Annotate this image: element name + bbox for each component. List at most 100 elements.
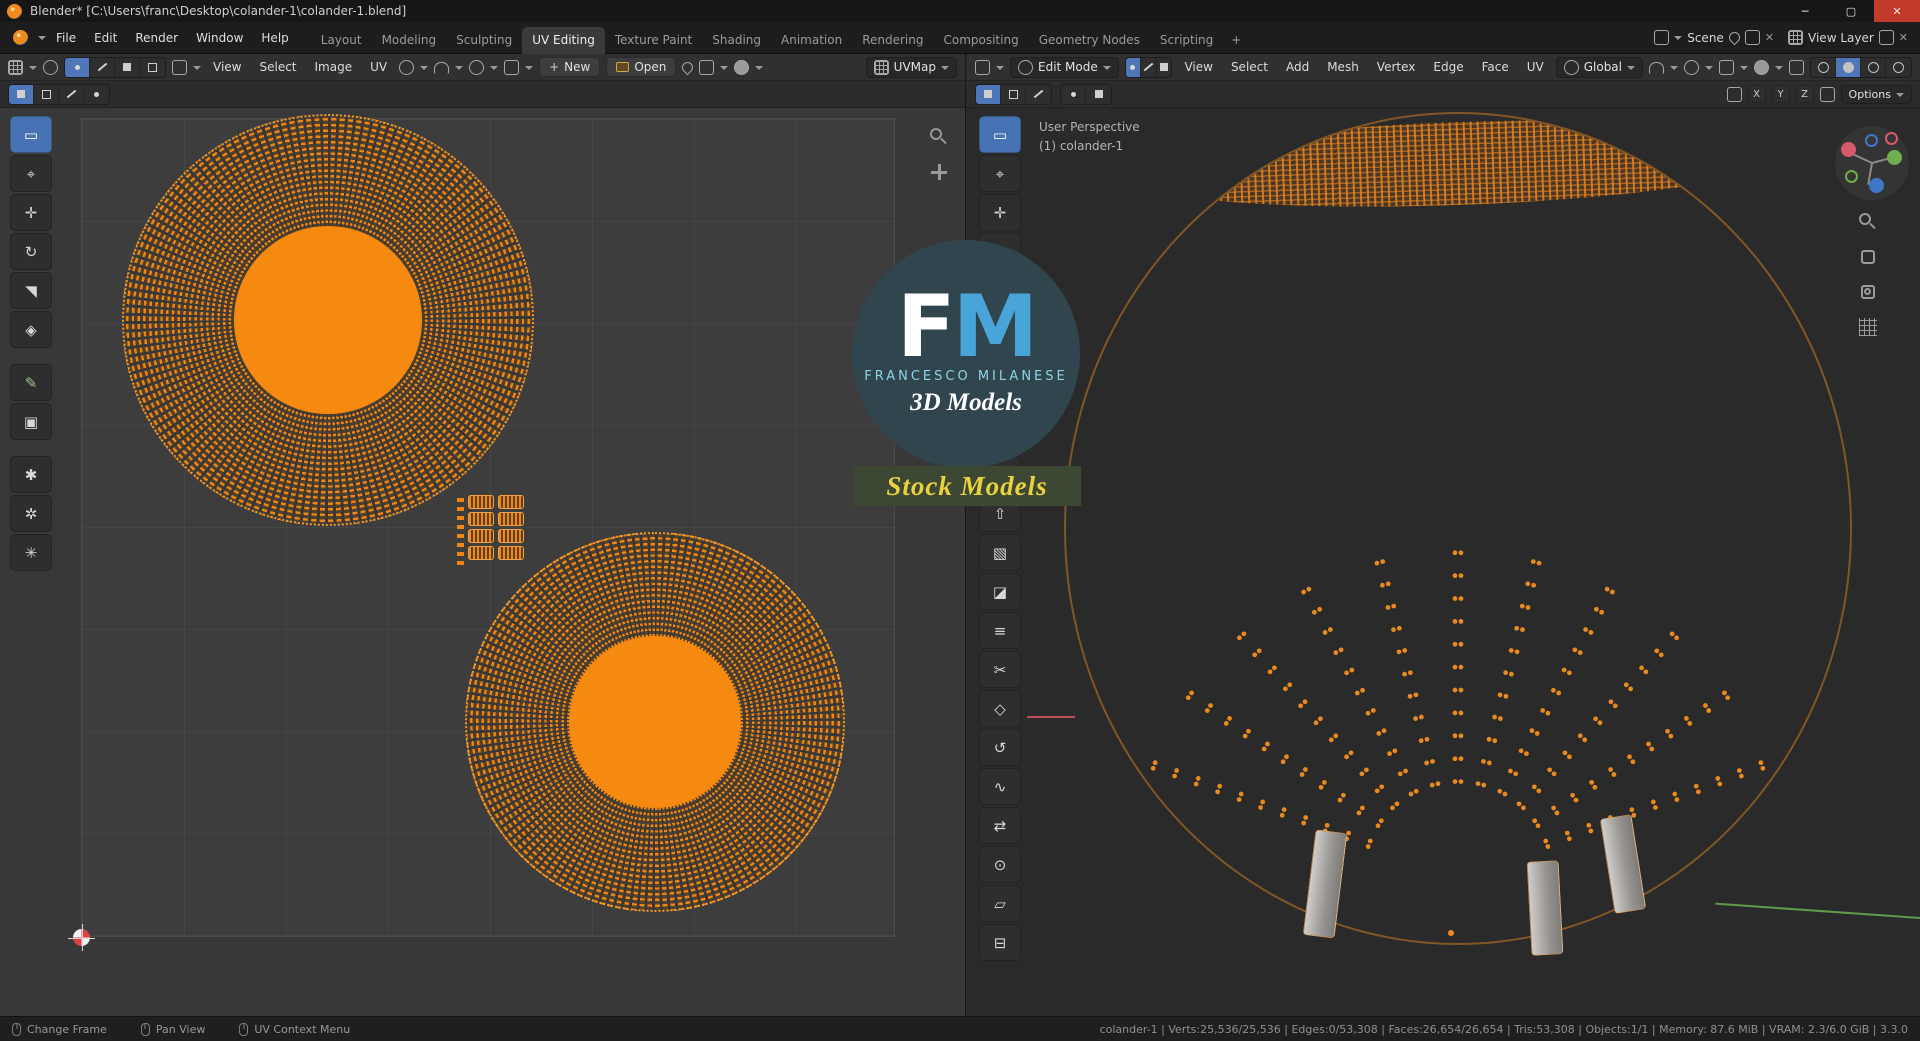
shading-rendered-button[interactable] <box>1886 57 1911 77</box>
v3d-option-b-button[interactable] <box>1086 84 1111 104</box>
uv-select-subtract-button[interactable] <box>59 84 84 104</box>
tool-scale[interactable]: ◥ <box>10 272 52 309</box>
tool-transform[interactable]: ◈ <box>10 311 52 348</box>
v3d-menu-view[interactable]: View <box>1178 57 1218 77</box>
tool-cursor[interactable]: ⌖ <box>10 155 52 192</box>
uv-chip[interactable] <box>468 495 494 509</box>
uv-overlays-toggle-icon[interactable] <box>734 59 750 75</box>
tab-scripting[interactable]: Scripting <box>1150 27 1223 54</box>
v3d-menu-select[interactable]: Select <box>1225 57 1274 77</box>
mirror-z-button[interactable]: Z <box>1795 85 1814 103</box>
gizmo-x-axis-ball[interactable] <box>1841 142 1856 157</box>
uv-chip[interactable] <box>468 512 494 526</box>
tool-edge-slide[interactable]: ⇄ <box>979 807 1021 844</box>
gizmo-y-neg-ball[interactable] <box>1845 170 1858 183</box>
navigation-gizmo[interactable] <box>1835 126 1909 200</box>
scene-selector[interactable]: Scene ✕ <box>1654 29 1774 46</box>
tab-rendering[interactable]: Rendering <box>852 27 933 54</box>
tool-poly-build[interactable]: ◇ <box>979 690 1021 727</box>
uv-chip[interactable] <box>468 529 494 543</box>
tab-texture-paint[interactable]: Texture Paint <box>605 27 702 54</box>
tool-shrink-fatten[interactable]: ⊙ <box>979 846 1021 883</box>
uv-select-vertex-button[interactable] <box>65 57 90 77</box>
mirror-icon[interactable] <box>1726 86 1742 102</box>
maximize-button[interactable]: ▢ <box>1828 0 1874 22</box>
show-gizmo-icon[interactable] <box>1719 59 1734 75</box>
view-layer-copy-icon[interactable] <box>1878 30 1894 45</box>
xray-toggle-icon[interactable] <box>1789 59 1804 75</box>
menu-window[interactable]: Window <box>188 27 251 49</box>
uv-select-invert-button[interactable] <box>84 84 109 104</box>
gizmo-z-neg-ball[interactable] <box>1865 134 1878 147</box>
colander-mesh[interactable] <box>1064 112 1852 945</box>
edge-mode-button[interactable] <box>1141 57 1157 77</box>
scene-browse-icon[interactable] <box>1654 30 1670 45</box>
menu-file[interactable]: File <box>48 27 84 49</box>
tool-rip-region[interactable]: ⊟ <box>979 924 1021 961</box>
scene-name[interactable]: Scene <box>1687 31 1724 45</box>
close-button[interactable]: ✕ <box>1874 0 1920 22</box>
scene-pin-icon[interactable] <box>1726 29 1743 46</box>
tool-spin[interactable]: ↺ <box>979 729 1021 766</box>
tool-cursor[interactable]: ⌖ <box>979 155 1021 192</box>
uv-chip[interactable] <box>498 529 524 543</box>
tab-uv-editing[interactable]: UV Editing <box>522 26 605 54</box>
shading-wireframe-button[interactable] <box>1811 57 1836 77</box>
mode-dropdown[interactable]: Edit Mode <box>1010 56 1119 78</box>
zoom-icon[interactable] <box>930 128 946 144</box>
tool-pinch[interactable]: ✳ <box>10 534 52 571</box>
scene-unlink-icon[interactable]: ✕ <box>1765 31 1774 44</box>
tool-relax[interactable]: ✲ <box>10 495 52 532</box>
proportional-edit-icon[interactable] <box>1684 59 1699 75</box>
orientation-dropdown[interactable]: Global <box>1555 56 1643 78</box>
tab-geometry-nodes[interactable]: Geometry Nodes <box>1029 27 1150 54</box>
uv-select-edge-button[interactable] <box>90 57 115 77</box>
tool-bevel[interactable]: ◪ <box>979 573 1021 610</box>
uv-chip[interactable] <box>498 495 524 509</box>
v3d-option-a-button[interactable] <box>1061 84 1086 104</box>
tool-loop-cut[interactable]: ≡ <box>979 612 1021 649</box>
v3d-select-extend-button[interactable] <box>1001 84 1026 104</box>
vertex-mode-button[interactable] <box>1125 57 1142 77</box>
gizmo-z-axis-ball[interactable] <box>1869 178 1884 193</box>
tab-compositing[interactable]: Compositing <box>933 27 1028 54</box>
snap-icon[interactable] <box>1649 62 1664 74</box>
snap-options-icon[interactable] <box>1819 86 1835 102</box>
tool-measure[interactable]: ▣ <box>10 403 52 440</box>
open-image-button[interactable]: Open <box>606 57 677 77</box>
mirror-y-button[interactable]: Y <box>1771 85 1790 103</box>
gizmo-y-axis-ball[interactable] <box>1887 150 1902 165</box>
uv-select-face-button[interactable] <box>115 57 140 77</box>
v3d-menu-mesh[interactable]: Mesh <box>1321 57 1365 77</box>
uv-pivot-icon[interactable] <box>399 59 415 75</box>
tab-shading[interactable]: Shading <box>702 27 771 54</box>
v3d-select-subtract-button[interactable] <box>1026 84 1051 104</box>
view-layer-icon[interactable] <box>1788 30 1804 45</box>
uv-chip[interactable] <box>468 546 494 560</box>
v3d-menu-vertex[interactable]: Vertex <box>1371 57 1422 77</box>
uv-island-top[interactable] <box>122 114 534 526</box>
tool-shear[interactable]: ▱ <box>979 885 1021 922</box>
uv-image-browse-icon[interactable] <box>504 59 520 75</box>
gizmo-x-neg-ball[interactable] <box>1885 132 1898 145</box>
tab-modeling[interactable]: Modeling <box>372 27 447 54</box>
shading-material-button[interactable] <box>1861 57 1886 77</box>
viewport-camera-icon[interactable] <box>1859 283 1877 301</box>
mirror-x-button[interactable]: X <box>1747 85 1766 103</box>
uv-menu-uv[interactable]: UV <box>364 57 393 77</box>
uv-pin-image-icon[interactable] <box>680 59 696 75</box>
uv-chip[interactable] <box>498 512 524 526</box>
uv-proportional-edit-icon[interactable] <box>469 59 485 75</box>
add-workspace-button[interactable]: + <box>1223 27 1249 54</box>
uv-snap-icon[interactable] <box>434 62 450 74</box>
show-overlays-icon[interactable] <box>1754 59 1769 75</box>
view-layer-name[interactable]: View Layer <box>1808 31 1874 45</box>
shading-solid-button[interactable] <box>1836 57 1861 77</box>
tool-knife[interactable]: ✂ <box>979 651 1021 688</box>
v3d-menu-face[interactable]: Face <box>1476 57 1515 77</box>
uv-sync-selection-icon[interactable] <box>43 59 58 75</box>
uv-menu-select[interactable]: Select <box>253 57 302 77</box>
uv-sticky-selection-icon[interactable] <box>172 59 187 75</box>
uv-2d-cursor[interactable] <box>68 924 95 951</box>
colander-leg-2[interactable] <box>1526 860 1564 956</box>
